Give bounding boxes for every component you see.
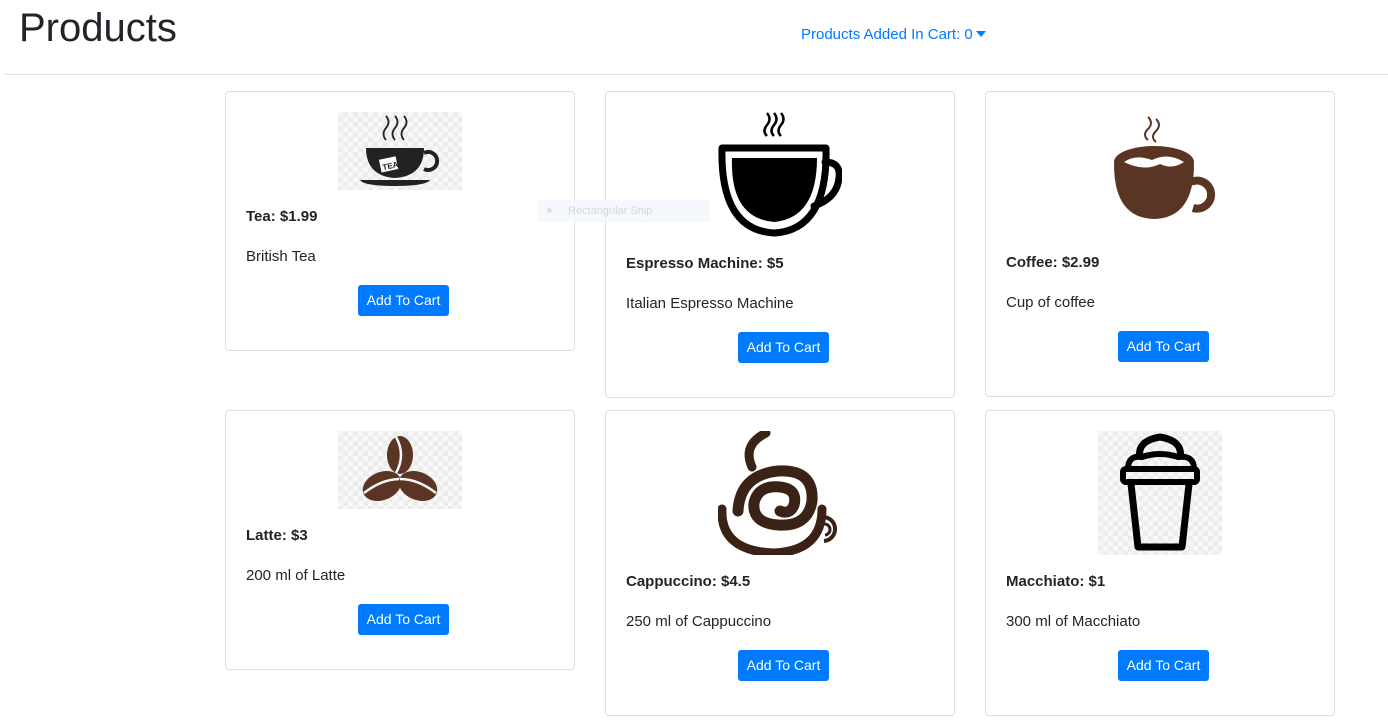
add-to-cart-button[interactable]: Add To Cart: [358, 604, 449, 635]
product-card-tea: TEA Tea: $1.99 British Tea Add To Cart: [225, 91, 575, 351]
espresso-cup-icon: [718, 112, 842, 237]
product-card-cappuccino: Cappuccino: $4.5 250 ml of Cappuccino Ad…: [605, 410, 955, 716]
product-description: 200 ml of Latte: [246, 567, 346, 584]
product-card-coffee: Coffee: $2.99 Cup of coffee Add To Cart: [985, 91, 1335, 397]
product-description: Cup of coffee: [1006, 294, 1095, 311]
add-to-cart-button[interactable]: Add To Cart: [738, 332, 829, 363]
header-divider: [5, 74, 1388, 75]
snip-icon: [547, 208, 552, 213]
snip-label: Rectangular Snip: [568, 205, 653, 217]
product-title: Cappuccino: $4.5: [626, 573, 751, 590]
add-to-cart-button[interactable]: Add To Cart: [358, 285, 449, 316]
product-title: Latte: $3: [246, 527, 308, 544]
add-to-cart-button[interactable]: Add To Cart: [738, 650, 829, 681]
add-to-cart-button[interactable]: Add To Cart: [1118, 331, 1209, 362]
takeaway-cup-icon: [1098, 431, 1222, 555]
product-card-espresso-machine: Espresso Machine: $5 Italian Espresso Ma…: [605, 91, 955, 398]
tea-cup-icon: TEA: [338, 112, 462, 190]
page-title: Products: [19, 6, 177, 50]
snip-tool-overlay: Rectangular Snip: [537, 200, 710, 222]
product-description: Italian Espresso Machine: [626, 295, 794, 312]
cart-dropdown-toggle[interactable]: Products Added In Cart: 0: [801, 25, 986, 45]
product-card-latte: Latte: $3 200 ml of Latte Add To Cart: [225, 410, 575, 670]
product-title: Macchiato: $1: [1006, 573, 1106, 590]
product-description: 300 ml of Macchiato: [1006, 613, 1141, 630]
product-title: Tea: $1.99: [246, 208, 318, 225]
add-to-cart-button[interactable]: Add To Cart: [1118, 650, 1209, 681]
coffee-beans-icon: [338, 431, 462, 509]
cart-count-label: Products Added In Cart: 0: [801, 26, 973, 43]
product-description: British Tea: [246, 248, 316, 265]
product-card-macchiato: Macchiato: $1 300 ml of Macchiato Add To…: [985, 410, 1335, 716]
coffee-cup-icon: [1098, 112, 1222, 222]
product-title: Espresso Machine: $5: [626, 255, 784, 272]
caret-down-icon: [975, 31, 986, 37]
header: Products Products Added In Cart: 0: [0, 0, 1388, 74]
product-title: Coffee: $2.99: [1006, 254, 1100, 271]
product-description: 250 ml of Cappuccino: [626, 613, 772, 630]
cappuccino-swirl-icon: [718, 431, 842, 555]
